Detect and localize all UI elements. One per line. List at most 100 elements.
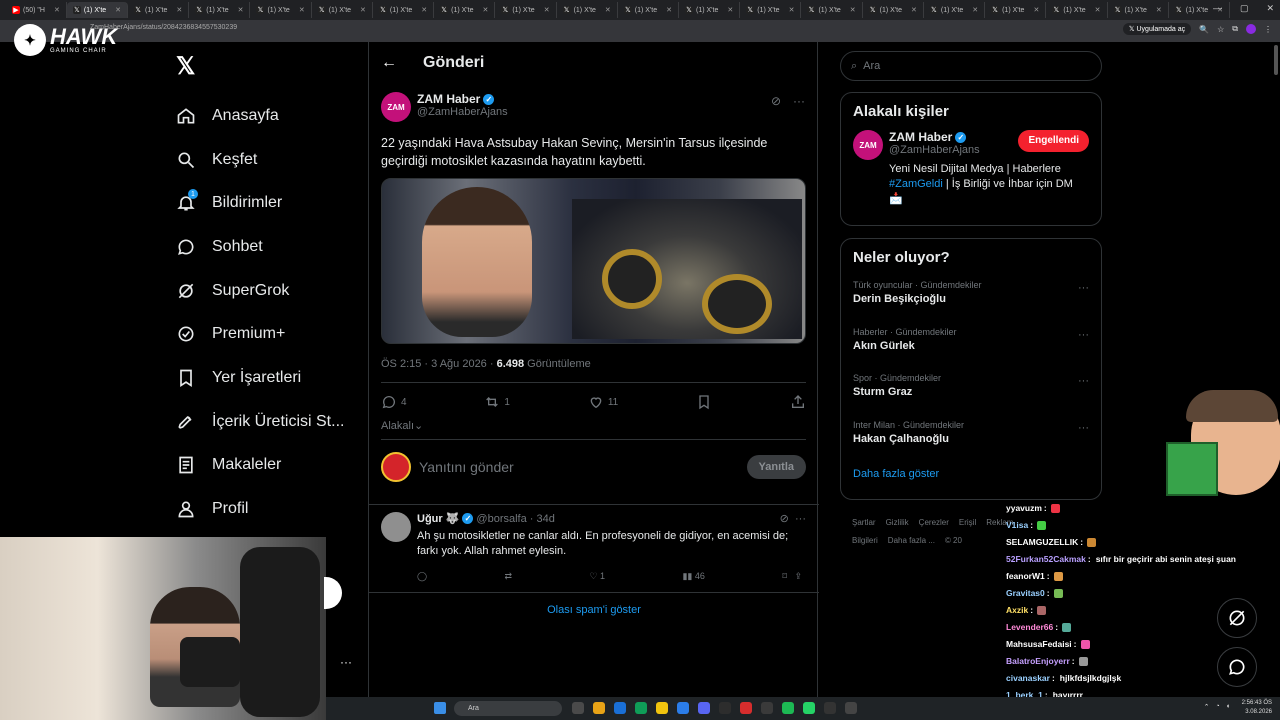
browser-tab[interactable]: 𝕏 (1) X'te ✕ bbox=[985, 2, 1047, 18]
whatsapp-icon[interactable] bbox=[803, 702, 815, 714]
footer-link[interactable]: Çerezler bbox=[919, 518, 949, 527]
app-icon[interactable] bbox=[761, 702, 773, 714]
grok-fab-button[interactable] bbox=[1217, 598, 1257, 638]
browser-tab[interactable]: 𝕏 (1) X'te ✕ bbox=[495, 2, 557, 18]
browser-tab[interactable]: 𝕏 (1) X'te ✕ bbox=[434, 2, 496, 18]
reply-item[interactable]: Uğur 🐺 ✓ @borsalfa · 34d ⊘ ··· Ah şu motosi… bbox=[381, 512, 806, 582]
like-button[interactable]: 11 bbox=[588, 394, 618, 410]
footer-link[interactable]: Erişil bbox=[959, 518, 976, 527]
spotify-icon[interactable] bbox=[782, 702, 794, 714]
show-more-link[interactable]: Daha fazla göster bbox=[841, 462, 1101, 490]
close-icon[interactable]: ✕ bbox=[911, 6, 917, 14]
trend-item[interactable]: Spor · Gündemdekiler Sturm Graz ··· bbox=[841, 369, 1101, 416]
close-icon[interactable]: ✕ bbox=[360, 6, 366, 14]
close-icon[interactable]: ✕ bbox=[299, 6, 305, 14]
comment-author[interactable]: Uğur 🐺 ✓ @borsalfa · 34d ⊘ ··· bbox=[417, 512, 806, 526]
trend-item[interactable]: Inter Milan · Gündemdekiler Hakan Çalhano… bbox=[841, 416, 1101, 463]
reply-submit-button[interactable]: Yanıtla bbox=[746, 455, 806, 479]
close-icon[interactable]: ✕ bbox=[972, 6, 978, 14]
sidebar-item-search[interactable]: Keşfet bbox=[176, 138, 344, 182]
close-icon[interactable]: ✕ bbox=[850, 6, 856, 14]
footer-link[interactable]: Gizlilik bbox=[886, 518, 909, 527]
app-icon[interactable] bbox=[614, 702, 626, 714]
hashtag-link[interactable]: #ZamGeldi bbox=[889, 178, 943, 190]
close-icon[interactable]: ✕ bbox=[421, 6, 427, 14]
close-icon[interactable]: ✕ bbox=[1156, 6, 1162, 14]
wifi-icon[interactable]: ◔ bbox=[1216, 703, 1220, 711]
back-arrow-icon[interactable]: ← bbox=[381, 54, 397, 72]
close-icon[interactable]: ✕ bbox=[176, 6, 182, 14]
trend-item[interactable]: Türk oyuncular · Gündemdekiler Derin Beşi… bbox=[841, 276, 1101, 323]
close-icon[interactable]: ✕ bbox=[1033, 6, 1039, 14]
comment-views-button[interactable]: ▮▮ 46 bbox=[682, 571, 704, 582]
windows-start-icon[interactable] bbox=[434, 702, 446, 714]
maximize-icon[interactable]: ▢ bbox=[1240, 3, 1249, 14]
avatar[interactable]: ZAM bbox=[381, 92, 411, 122]
browser-tab[interactable]: 𝕏 (1) X'te ✕ bbox=[66, 2, 129, 18]
volume-icon[interactable]: ◖ bbox=[1226, 703, 1230, 711]
sidebar-item-grok[interactable]: SuperGrok bbox=[176, 269, 344, 313]
comment-reply-icon[interactable]: ◯ bbox=[417, 571, 427, 582]
sidebar-item-premium[interactable]: Premium+ bbox=[176, 312, 344, 356]
share-button[interactable] bbox=[790, 394, 806, 410]
app-icon[interactable] bbox=[572, 702, 584, 714]
author-handle[interactable]: @ZamHaberAjans bbox=[417, 106, 508, 118]
post-image[interactable] bbox=[381, 178, 806, 344]
app-icon[interactable] bbox=[740, 702, 752, 714]
reply-button[interactable]: 4 bbox=[381, 394, 407, 410]
close-icon[interactable]: ✕ bbox=[482, 6, 488, 14]
close-icon[interactable]: ✕ bbox=[666, 6, 672, 14]
browser-tab[interactable]: 𝕏 (1) X'te ✕ bbox=[189, 2, 251, 18]
taskbar-search[interactable]: Ara bbox=[454, 701, 562, 716]
trend-item[interactable]: Haberler · Gündemdekiler Akın Gürlek ··· bbox=[841, 323, 1101, 370]
footer-link[interactable]: © 20 bbox=[945, 536, 962, 545]
sidebar-item-home[interactable]: Anasayfa bbox=[176, 94, 344, 138]
sidebar-item-profile[interactable]: Profil bbox=[176, 487, 344, 531]
sidebar-item-rocket[interactable]: İçerik Üreticisi St... bbox=[176, 400, 344, 444]
sidebar-item-chat[interactable]: Sohbet bbox=[176, 225, 344, 269]
close-icon[interactable]: ✕ bbox=[727, 6, 733, 14]
browser-tab[interactable]: 𝕏 (1) X'te ✕ bbox=[863, 2, 924, 18]
profile-avatar[interactable] bbox=[1246, 24, 1256, 34]
more-icon[interactable]: ··· bbox=[1078, 329, 1089, 341]
minimize-icon[interactable]: — bbox=[1213, 3, 1222, 14]
browser-tab[interactable]: 𝕏 (1) X'te ✕ bbox=[557, 2, 618, 18]
sidebar-item-bell[interactable]: 1 Bildirimler bbox=[176, 181, 344, 225]
star-icon[interactable]: ☆ bbox=[1217, 25, 1224, 34]
zoom-icon[interactable]: 🔍 bbox=[1199, 25, 1209, 34]
footer-link[interactable]: Şartlar bbox=[852, 518, 876, 527]
post-author[interactable]: ZAM ZAM Haber ✓ @ZamHaberAjans bbox=[381, 92, 508, 122]
blocked-button[interactable]: Engellendi bbox=[1018, 130, 1089, 152]
browser-tab[interactable]: ▶ (50) "H ✕ bbox=[6, 2, 67, 18]
author-name[interactable]: ZAM Haber ✓ bbox=[417, 92, 508, 106]
comment-more-icon[interactable]: ⊘ ··· bbox=[780, 512, 806, 525]
app-icon[interactable] bbox=[677, 702, 689, 714]
close-icon[interactable]: ✕ bbox=[1095, 6, 1101, 14]
close-window-icon[interactable]: ✕ bbox=[1266, 3, 1274, 14]
more-icon[interactable]: ··· bbox=[1078, 375, 1089, 387]
comment-like-button[interactable]: ♡ 1 bbox=[589, 571, 605, 582]
browser-tab[interactable]: 𝕏 (1) X'te ✕ bbox=[924, 2, 986, 18]
browser-tab[interactable]: 𝕏 (1) X'te ✕ bbox=[801, 2, 863, 18]
clock[interactable]: 2:56:43 ÖS 3.08.2026 bbox=[1242, 699, 1272, 717]
close-icon[interactable]: ✕ bbox=[789, 6, 795, 14]
repost-button[interactable]: 1 bbox=[484, 394, 510, 410]
browser-tab[interactable]: 𝕏 (1) X'te ✕ bbox=[679, 2, 741, 18]
x-logo-icon[interactable]: 𝕏 bbox=[176, 52, 200, 80]
browser-tab[interactable]: 𝕏 (1) X'te ✕ bbox=[618, 2, 679, 18]
related-name[interactable]: ZAM Haber ✓ bbox=[889, 130, 980, 144]
more-icon[interactable]: ··· bbox=[1078, 422, 1089, 434]
chevron-up-icon[interactable]: ⌃ bbox=[1204, 703, 1210, 711]
open-in-app-button[interactable]: 𝕏 Uygulamada aç bbox=[1122, 23, 1192, 35]
close-icon[interactable]: ✕ bbox=[544, 6, 550, 14]
related-person[interactable]: ZAM ZAM Haber ✓ @ZamHaberAjans Engellendi bbox=[841, 130, 1101, 160]
browser-tab[interactable]: 𝕏 (1) X'te ✕ bbox=[1108, 2, 1169, 18]
menu-icon[interactable]: ⋮ bbox=[1264, 25, 1272, 34]
close-icon[interactable]: ✕ bbox=[238, 6, 244, 14]
reply-input[interactable]: Yanıtını gönder bbox=[419, 459, 739, 475]
close-icon[interactable]: ✕ bbox=[54, 6, 60, 14]
search-input[interactable]: ⌕ Ara bbox=[840, 51, 1102, 81]
discord-icon[interactable] bbox=[698, 702, 710, 714]
show-spam-link[interactable]: Olası spam'i göster bbox=[369, 604, 819, 616]
more-options-icon[interactable]: ··· bbox=[340, 655, 352, 669]
